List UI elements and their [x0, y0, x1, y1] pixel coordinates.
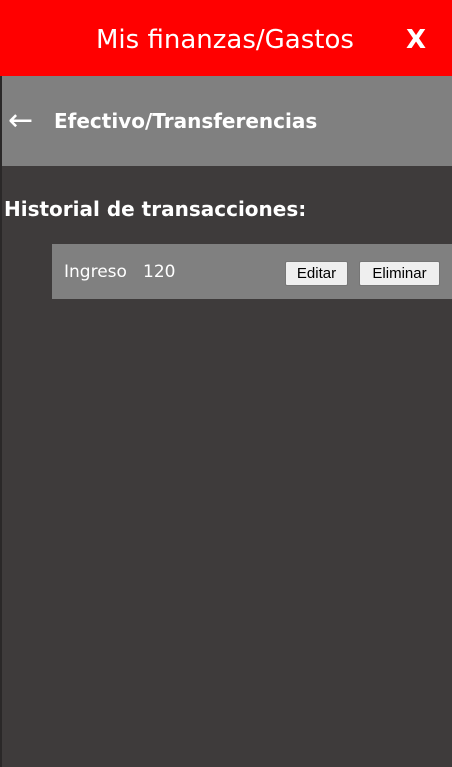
category-title: Efectivo/Transferencias [54, 109, 318, 133]
category-header: ← Efectivo/Transferencias [2, 76, 452, 166]
app-title: Mis finanzas/Gastos [96, 25, 354, 55]
edit-button[interactable]: Editar [285, 261, 348, 286]
app-header: Mis finanzas/Gastos X [0, 0, 452, 76]
history-title: Historial de transacciones: [4, 197, 307, 221]
back-arrow-icon[interactable]: ← [8, 104, 42, 138]
delete-button[interactable]: Eliminar [359, 261, 440, 286]
transaction-amount: 120 [143, 262, 176, 282]
transaction-row: Ingreso 120 Editar Eliminar [52, 244, 452, 299]
transaction-type: Ingreso [64, 262, 127, 282]
close-button[interactable]: X [396, 22, 436, 58]
